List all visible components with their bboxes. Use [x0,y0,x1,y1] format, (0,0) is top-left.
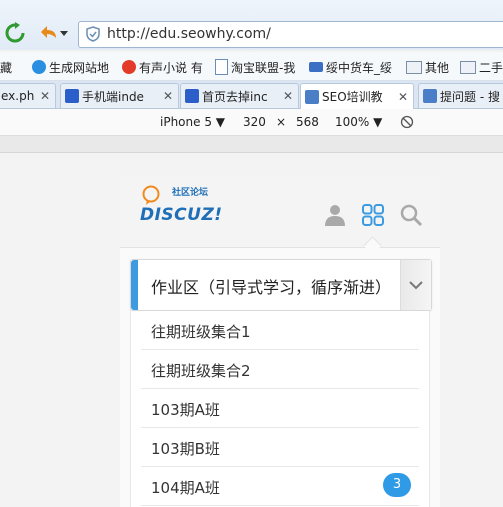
forum-name: 104期A班 [151,479,220,497]
ruler [0,136,503,153]
device-toolbar: iPhone 5 ▼ 320 × 568 100% ▼ [0,109,503,136]
forum-item[interactable]: 104期A班 3 [141,467,419,506]
tab[interactable]: 提问题 - 搜 [418,83,503,108]
s-icon [305,89,319,104]
bookmark-item[interactable]: 有声小说 有 [122,58,203,76]
bookmark-item[interactable]: 收藏 [0,58,12,76]
forum-item[interactable]: 103期A班 [141,389,419,428]
page-icon [215,59,228,75]
forum-category-select[interactable]: 作业区（引导式学习，循序渐进） [130,259,432,311]
url-text[interactable]: http://edu.seowhy.com/ [107,26,271,42]
forum-name: 103期B班 [151,440,220,458]
forum-name: 103期A班 [151,401,220,419]
tab-active[interactable]: SEO培训教 ✕ [300,83,414,109]
logo-subtitle: 社区论坛 [172,188,209,198]
zoom-select[interactable]: 100% ▼ [335,115,382,129]
bookmark-label: 绥中货车_绥 [326,60,393,75]
paw-icon [185,89,199,103]
bookmark-label: 二手 [479,60,503,75]
bookmark-label: 收藏 [0,60,13,75]
bookmark-label: 其他 [425,60,450,75]
bookmark-item[interactable]: 绥中货车_绥 [309,58,392,76]
device-height[interactable]: 568 [296,115,319,129]
user-icon[interactable] [323,203,347,227]
audio-icon [122,60,136,74]
logo-wordmark: DISCUZ! [140,205,223,225]
bookmark-item[interactable]: 淘宝联盟-我 [215,58,295,76]
times-sign: × [276,115,287,129]
folder-icon [460,60,476,74]
tab-label: 提问题 - 搜 [440,89,500,104]
device-width[interactable]: 320 [243,115,266,129]
tab-label: ex.ph [1,89,35,103]
bookmark-label: 淘宝联盟-我 [231,60,296,75]
device-viewport: 社区论坛 DISCUZ! 作业区（引导式学习，循序渐进） 往期班级集合1 往期班… [120,175,440,507]
tab[interactable]: ex.ph ✕ [0,83,56,108]
close-icon[interactable]: ✕ [283,89,293,103]
shield-icon [86,26,100,42]
paw-icon [65,89,79,103]
s-icon [423,89,437,103]
globe-icon [32,60,46,74]
back-icon[interactable] [38,24,58,42]
bookmark-label: 有声小说 有 [139,60,203,75]
back-dropdown-icon[interactable] [60,31,68,36]
close-icon[interactable]: ✕ [163,89,173,103]
bookmark-item[interactable]: 其他 [406,58,449,76]
folder-icon [406,60,422,74]
forum-list: 往期班级集合1 往期班级集合2 103期A班 103期B班 104期A班 3 [130,311,430,507]
forum-category-label: 作业区（引导式学习，循序渐进） [151,278,392,297]
close-icon[interactable]: ✕ [398,90,408,104]
speech-bubble-icon [142,185,160,205]
close-icon[interactable]: ✕ [40,89,50,103]
reload-icon[interactable] [4,22,26,44]
forum-item[interactable]: 往期班级集合1 [141,311,419,350]
bookmark-item[interactable]: 生成网站地 [32,58,109,76]
tab-label: 手机端inde [82,89,144,104]
forum-name: 往期班级集合1 [151,323,251,341]
url-field[interactable]: http://edu.seowhy.com/ [78,21,503,48]
bookmark-item[interactable]: 二手 [460,58,503,76]
forum-name: 往期班级集合2 [151,362,251,380]
rotate-icon[interactable] [400,115,414,129]
tab[interactable]: 首页去掉inc ✕ [180,83,299,108]
device-select[interactable]: iPhone 5 ▼ [160,115,225,129]
tab-label: 首页去掉inc [202,89,268,104]
search-icon[interactable] [399,203,423,227]
grid-icon[interactable] [361,203,385,227]
bookmark-label: 生成网站地 [49,60,110,75]
chevron-down-icon [409,281,423,290]
accent-bar [131,260,138,310]
tab[interactable]: 手机端inde ✕ [60,83,179,108]
tab-strip: ex.ph ✕ 手机端inde ✕ 首页去掉inc ✕ SEO培训教 ✕ 提问题… [0,81,503,109]
forum-item[interactable]: 往期班级集合2 [141,350,419,389]
new-post-badge: 3 [383,473,411,497]
address-bar: http://edu.seowhy.com/ [0,0,503,50]
site-header: 社区论坛 DISCUZ! [120,175,440,248]
dropdown-toggle[interactable] [400,260,431,310]
truck-icon [309,62,323,72]
bookmarks-bar: 收藏 生成网站地 有声小说 有 淘宝联盟-我 绥中货车_绥 其他 二手 [0,52,503,81]
forum-item[interactable]: 103期B班 [141,428,419,467]
tab-label: SEO培训教 [322,90,383,104]
